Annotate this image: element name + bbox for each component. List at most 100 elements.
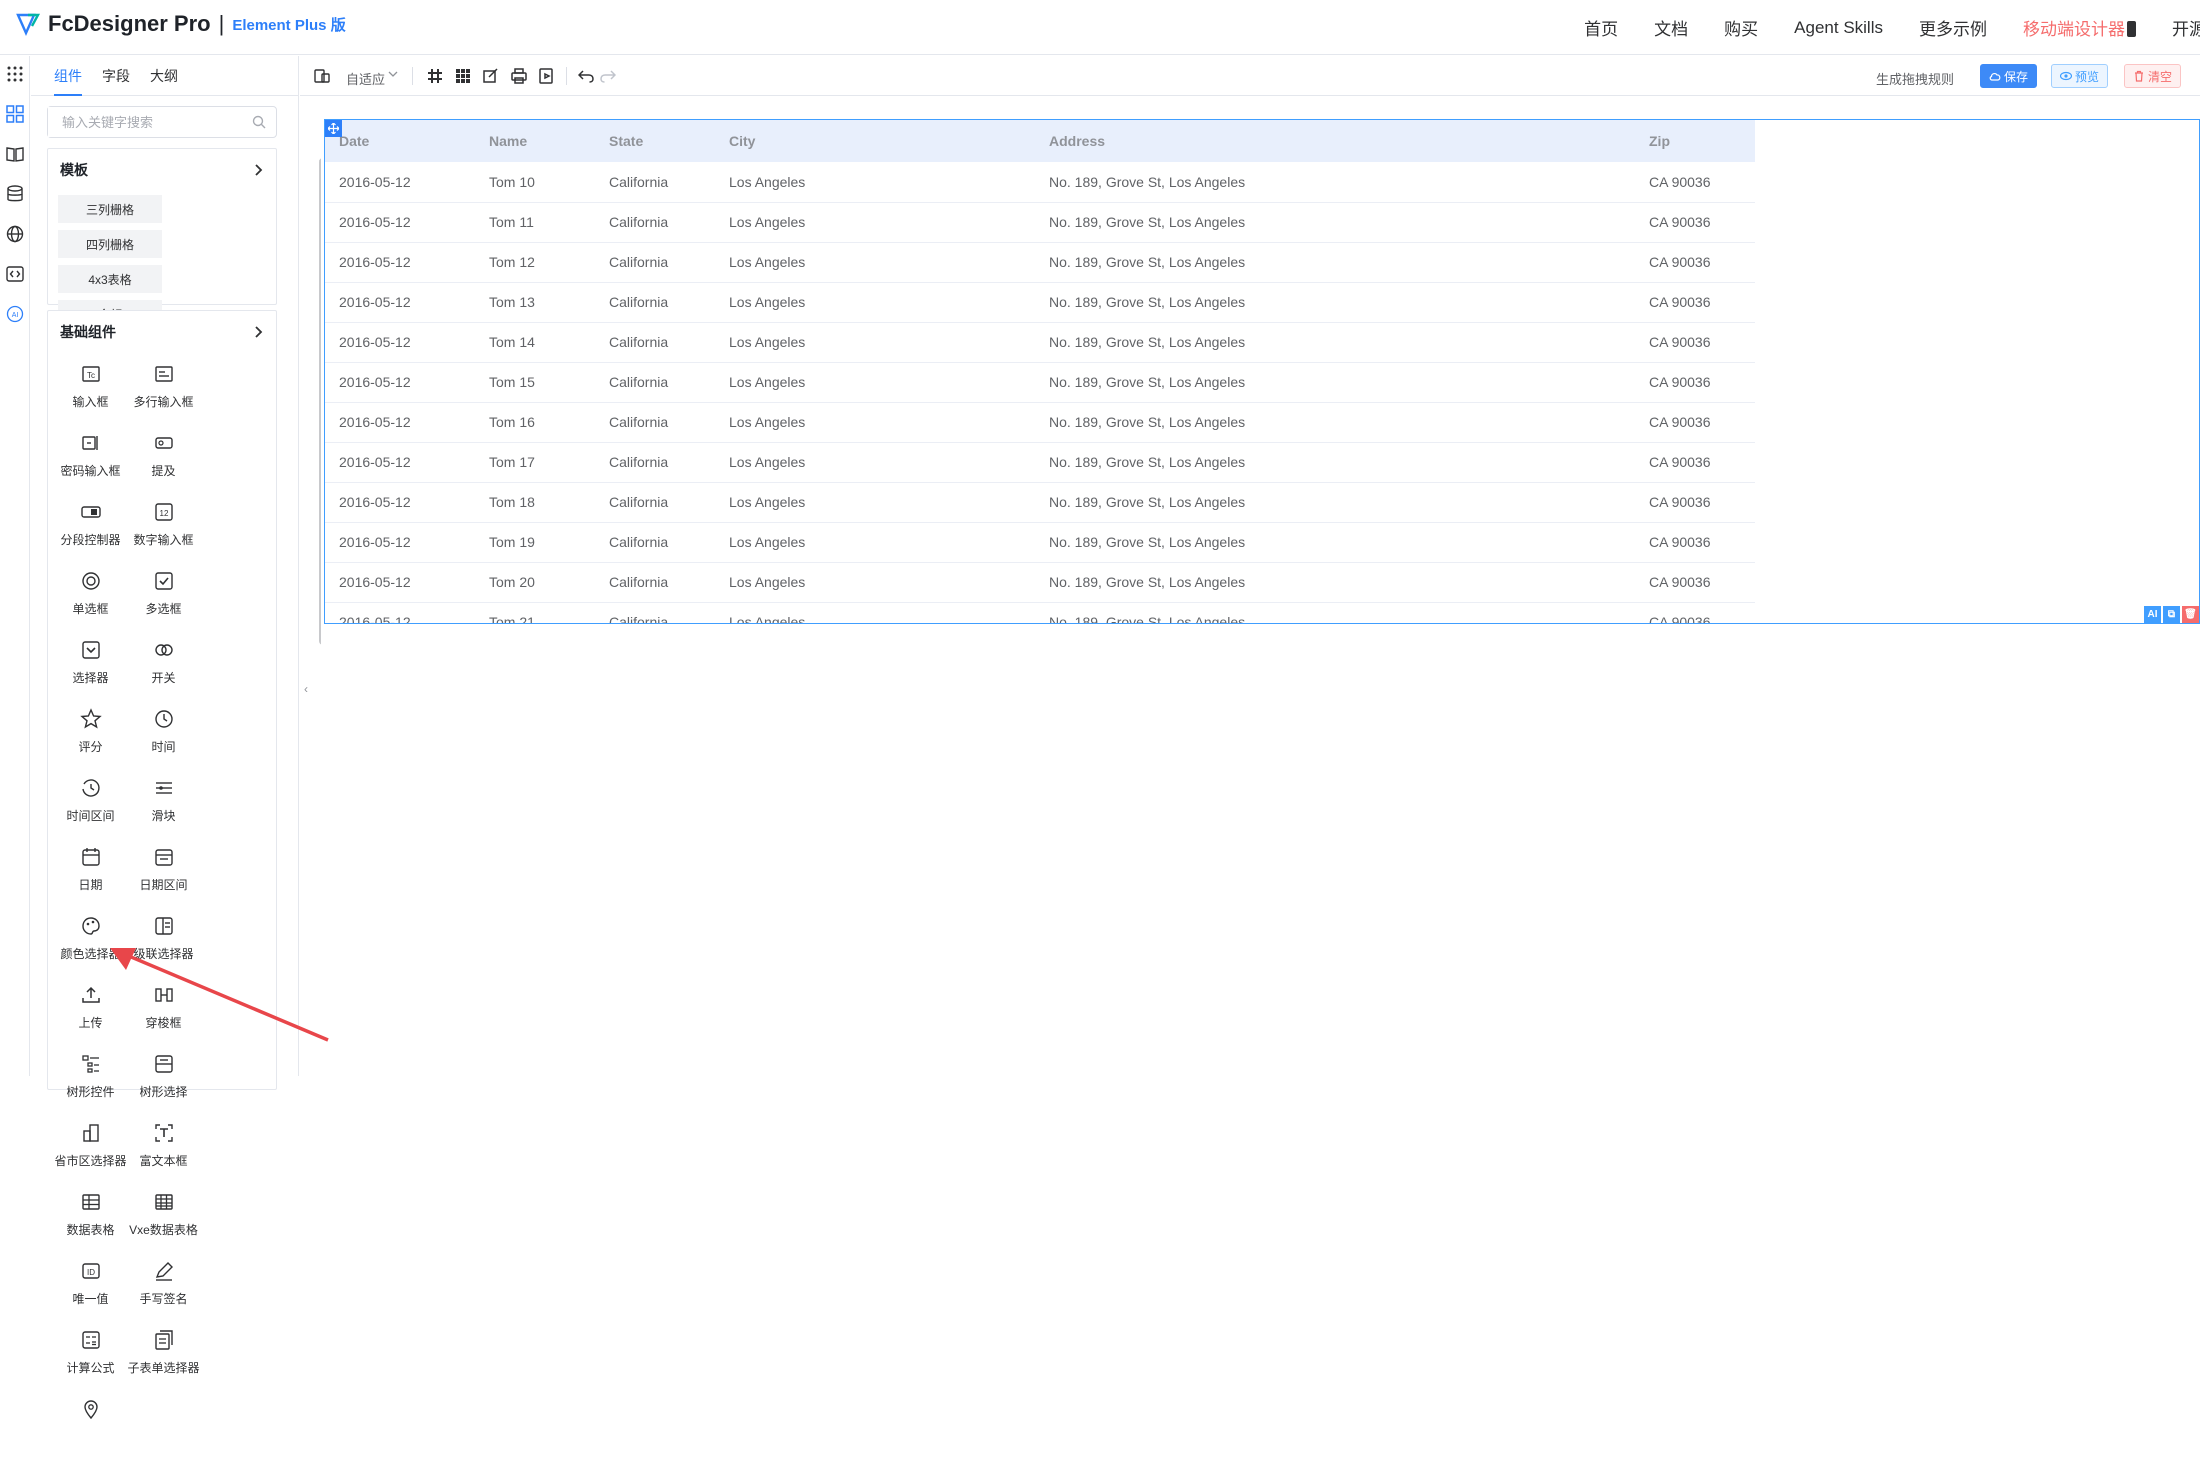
top-header: FcDesigner Pro | Element Plus 版 首页 文档 购买… — [0, 0, 2200, 55]
table-row[interactable]: 2016-05-12 Tom 10 California Los Angeles No.… — [325, 162, 1755, 203]
drag-handle-icon[interactable] — [325, 120, 342, 137]
table-row[interactable]: 2016-05-12 Tom 20 California Los Angeles No.… — [325, 562, 1755, 603]
component-item[interactable] — [54, 1392, 127, 1461]
print-icon[interactable] — [511, 68, 527, 84]
save-button[interactable]: 保存 — [1980, 64, 2038, 88]
component-item[interactable]: 单选框 — [54, 564, 127, 633]
table-row[interactable]: 2016-05-12 Tom 15 California Los Angeles No.… — [325, 362, 1755, 403]
component-item[interactable]: 分段控制器 — [54, 495, 127, 564]
table-row[interactable]: 2016-05-12 Tom 19 California Los Angeles No.… — [325, 522, 1755, 563]
edit-icon[interactable] — [483, 68, 499, 84]
component-item[interactable]: 省市区选择器 — [54, 1116, 127, 1185]
template-header[interactable]: 模板 — [48, 149, 276, 191]
nav-agent-skills[interactable]: Agent Skills — [1794, 18, 1883, 38]
tab-outline[interactable]: 大纲 — [150, 56, 178, 96]
table-header-row: Date Name State City Address Zip — [325, 120, 1755, 162]
tree-icon — [81, 1055, 99, 1073]
component-item[interactable]: 子表单选择器 — [127, 1323, 200, 1392]
basic-components-header[interactable]: 基础组件 — [48, 311, 276, 353]
input-icon: Tc — [81, 366, 100, 382]
apps-grid-icon[interactable] — [6, 65, 24, 83]
data-table-widget[interactable]: Date Name State City Address Zip 2016-05… — [324, 119, 2200, 624]
code-icon[interactable] — [6, 265, 24, 283]
tab-components[interactable]: 组件 — [54, 56, 82, 96]
table-row[interactable]: 2016-05-12 Tom 12 California Los Angeles No.… — [325, 242, 1755, 283]
component-item[interactable]: 滑块 — [127, 771, 200, 840]
chevron-down-icon[interactable] — [388, 69, 398, 79]
generate-rule-link[interactable]: 生成拖拽规则 — [1876, 69, 1954, 88]
component-item[interactable]: Vxe数据表格 — [127, 1185, 200, 1254]
nav-more-examples[interactable]: 更多示例 — [1919, 15, 1987, 40]
nav-open-source[interactable]: 开源 — [2172, 15, 2200, 40]
table-row[interactable]: 2016-05-12 Tom 13 California Los Angeles No.… — [325, 282, 1755, 323]
column-header[interactable]: Name — [475, 120, 595, 162]
component-item[interactable]: Tc 输入框 — [54, 357, 127, 426]
component-item[interactable]: 评分 — [54, 702, 127, 771]
table-row[interactable]: 2016-05-12 Tom 16 California Los Angeles No.… — [325, 402, 1755, 443]
nav-docs[interactable]: 文档 — [1654, 15, 1688, 40]
grid-hash-icon[interactable] — [427, 68, 443, 84]
table-row[interactable]: 2016-05-12 Tom 17 California Los Angeles No.… — [325, 442, 1755, 483]
nav-home[interactable]: 首页 — [1584, 15, 1618, 40]
column-header[interactable]: City — [715, 120, 1035, 162]
import-icon[interactable] — [539, 68, 555, 84]
table-row[interactable]: 2016-05-12 Tom 14 California Los Angeles No.… — [325, 322, 1755, 363]
svg-text:12: 12 — [159, 509, 168, 518]
component-item[interactable]: 选择器 — [54, 633, 127, 702]
component-item[interactable]: 手写签名 — [127, 1254, 200, 1323]
columns-icon[interactable] — [455, 68, 471, 84]
search-icon[interactable] — [252, 115, 266, 129]
component-item[interactable]: 开关 — [127, 633, 200, 702]
table-cell: Los Angeles — [715, 602, 1035, 623]
nav-mobile-designer[interactable]: 移动端设计器 — [2023, 15, 2136, 40]
globe-icon[interactable] — [6, 225, 24, 243]
preview-button[interactable]: 预览 — [2051, 64, 2109, 88]
ai-icon[interactable]: AI — [6, 305, 24, 323]
table-row[interactable]: 2016-05-12 Tom 18 California Los Angeles No.… — [325, 482, 1755, 523]
undo-icon[interactable] — [578, 68, 594, 84]
device-icon[interactable] — [314, 68, 330, 84]
component-item[interactable]: 多选框 — [127, 564, 200, 633]
ai-action-icon[interactable]: AI — [2144, 606, 2161, 623]
table-icon — [81, 1194, 100, 1210]
copy-action-icon[interactable]: ⧉ — [2163, 606, 2180, 623]
component-label: 选择器 — [72, 671, 109, 685]
table-row[interactable]: 2016-05-12 Tom 11 California Los Angeles No.… — [325, 202, 1755, 243]
table-cell: 2016-05-12 — [325, 322, 475, 363]
database-icon[interactable] — [6, 185, 24, 203]
component-item[interactable]: 计算公式 — [54, 1323, 127, 1392]
template-item[interactable]: 三列栅格 — [58, 195, 162, 223]
components-icon[interactable] — [6, 105, 24, 123]
table-cell: Los Angeles — [715, 482, 1035, 523]
component-item[interactable]: 富文本框 — [127, 1116, 200, 1185]
clear-button[interactable]: 清空 — [2124, 64, 2182, 88]
component-item[interactable]: 12 数字输入框 — [127, 495, 200, 564]
component-item[interactable]: 日期 — [54, 840, 127, 909]
component-item[interactable]: 提及 — [127, 426, 200, 495]
column-header[interactable]: Address — [1035, 120, 1635, 162]
search-input[interactable] — [48, 107, 238, 137]
clear-label: 清空 — [2148, 69, 2173, 84]
device-select-label[interactable]: 自适应 — [346, 69, 385, 88]
column-header[interactable]: State — [595, 120, 715, 162]
table-row[interactable]: 2016-05-12 Tom 21 California Los Angeles No.… — [325, 602, 1755, 623]
component-item[interactable]: 数据表格 — [54, 1185, 127, 1254]
template-item[interactable]: 四列栅格 — [58, 230, 162, 258]
component-item[interactable]: ID 唯一值 — [54, 1254, 127, 1323]
logo[interactable]: FcDesigner Pro | Element Plus 版 — [16, 11, 346, 37]
component-item[interactable]: 时间 — [127, 702, 200, 771]
tab-fields[interactable]: 字段 — [102, 56, 130, 96]
component-item[interactable]: 日期区间 — [127, 840, 200, 909]
book-icon[interactable] — [6, 145, 24, 163]
template-item[interactable]: 4x3表格 — [58, 265, 162, 293]
redo-icon[interactable] — [600, 68, 616, 84]
component-item[interactable]: 多行输入框 — [127, 357, 200, 426]
delete-action-icon[interactable]: 🗑 — [2182, 606, 2199, 623]
component-label: 提及 — [151, 464, 176, 478]
nav-buy[interactable]: 购买 — [1724, 15, 1758, 40]
component-item[interactable]: 密码输入框 — [54, 426, 127, 495]
collapse-panel-button[interactable]: ‹ — [300, 676, 312, 702]
component-item[interactable]: 时间区间 — [54, 771, 127, 840]
column-header[interactable]: Zip — [1635, 120, 1755, 162]
column-header[interactable]: Date — [325, 120, 475, 162]
